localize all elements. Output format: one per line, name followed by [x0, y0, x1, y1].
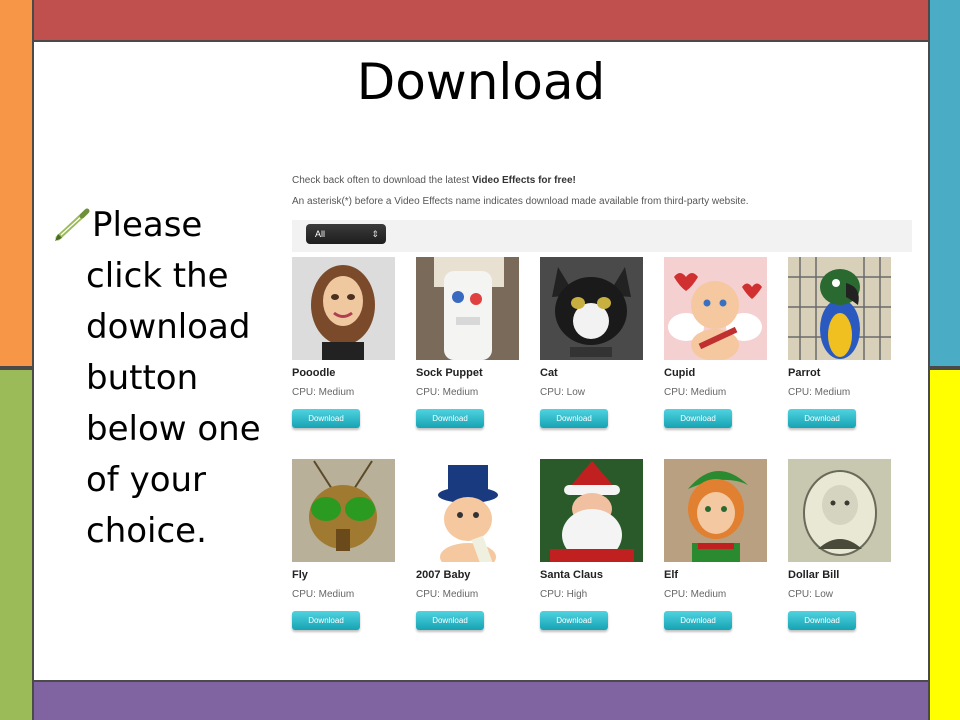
- effect-thumbnail[interactable]: [664, 459, 767, 562]
- effect-cpu: CPU: Medium: [292, 387, 355, 398]
- effect-thumbnail[interactable]: [540, 459, 643, 562]
- download-button[interactable]: Download: [416, 409, 484, 428]
- effect-card-cupid: Cupid CPU: Medium Download: [664, 257, 774, 447]
- effect-thumbnail[interactable]: [788, 459, 891, 562]
- effect-card-sock-puppet: Sock Puppet CPU: Medium Download: [416, 257, 526, 447]
- bullet-first-word: Please: [92, 205, 203, 245]
- effect-card-2007-baby: 2007 Baby CPU: Medium Download: [416, 459, 526, 649]
- fly-avatar-icon: [292, 459, 395, 562]
- video-effects-screenshot: Check back often to download the latest …: [282, 165, 918, 645]
- cat-avatar-icon: [540, 257, 643, 360]
- effect-cpu: CPU: Medium: [664, 387, 727, 398]
- effect-thumbnail[interactable]: [416, 257, 519, 360]
- effect-card-pooodle: Pooodle CPU: Medium Download: [292, 257, 402, 447]
- bottom-accent-bar: [32, 680, 930, 720]
- effect-card-parrot: Parrot CPU: Medium Download: [788, 257, 898, 447]
- category-filter-select[interactable]: All ⇕: [306, 224, 386, 244]
- effect-cpu: CPU: Low: [540, 387, 586, 398]
- download-button[interactable]: Download: [788, 409, 856, 428]
- effect-cpu: CPU: Medium: [416, 589, 479, 600]
- left-top-accent-bar: [0, 0, 34, 368]
- cupid-avatar-icon: [664, 257, 767, 360]
- effect-cpu: CPU: Medium: [788, 387, 851, 398]
- effect-thumbnail[interactable]: [540, 257, 643, 360]
- effect-name: Cupid: [664, 367, 696, 379]
- effect-name: Elf: [664, 569, 679, 581]
- elf-avatar-icon: [664, 459, 767, 562]
- effect-name: Dollar Bill: [788, 569, 840, 581]
- santa-avatar-icon: [540, 459, 643, 562]
- effect-card-santa-claus: Santa Claus CPU: High Download: [540, 459, 650, 649]
- slide-title: Download: [356, 53, 606, 111]
- filter-value: All: [315, 229, 326, 239]
- right-bottom-accent-bar: [928, 368, 960, 720]
- effect-thumbnail[interactable]: [416, 459, 519, 562]
- download-button[interactable]: Download: [788, 611, 856, 630]
- effect-card-elf: Elf CPU: Medium Download: [664, 459, 774, 649]
- download-button[interactable]: Download: [664, 611, 732, 630]
- third-party-note: An asterisk(*) before a Video Effects na…: [292, 196, 749, 207]
- pencil-icon: [55, 208, 90, 241]
- download-button[interactable]: Download: [292, 409, 360, 428]
- left-bottom-accent-bar: [0, 368, 34, 720]
- effect-name: Sock Puppet: [416, 367, 483, 379]
- pooodle-avatar-icon: [292, 257, 395, 360]
- effect-name: Fly: [292, 569, 308, 581]
- effect-cpu: CPU: Medium: [664, 589, 727, 600]
- intro-text: Check back often to download the latest …: [292, 175, 576, 186]
- parrot-avatar-icon: [788, 257, 891, 360]
- effect-thumbnail[interactable]: [664, 257, 767, 360]
- effect-name: Cat: [540, 367, 558, 379]
- chevron-updown-icon: ⇕: [371, 229, 379, 239]
- effect-thumbnail[interactable]: [292, 257, 395, 360]
- intro-highlight: Video Effects for free!: [472, 175, 576, 186]
- download-button[interactable]: Download: [540, 409, 608, 428]
- baby-avatar-icon: [416, 459, 519, 562]
- filter-bar: All ⇕: [292, 220, 912, 252]
- instruction-bullet: Please click the download button below o…: [52, 200, 267, 557]
- effect-cpu: CPU: Medium: [292, 589, 355, 600]
- effect-cpu: CPU: Medium: [416, 387, 479, 398]
- download-button[interactable]: Download: [540, 611, 608, 630]
- download-button[interactable]: Download: [292, 611, 360, 630]
- effect-name: Parrot: [788, 367, 821, 379]
- effect-name: Pooodle: [292, 367, 336, 379]
- top-accent-bar: [32, 0, 930, 42]
- sock-puppet-avatar-icon: [416, 257, 519, 360]
- effect-card-dollar-bill: Dollar Bill CPU: Low Download: [788, 459, 898, 649]
- bullet-text: click the download button below one of y…: [86, 256, 261, 551]
- right-top-accent-bar: [928, 0, 960, 368]
- effect-card-fly: Fly CPU: Medium Download: [292, 459, 402, 649]
- effect-name: Santa Claus: [540, 569, 603, 581]
- effect-cpu: CPU: High: [540, 589, 588, 600]
- effect-thumbnail[interactable]: [788, 257, 891, 360]
- effect-card-cat: Cat CPU: Low Download: [540, 257, 650, 447]
- download-button[interactable]: Download: [416, 611, 484, 630]
- effect-cpu: CPU: Low: [788, 589, 834, 600]
- effect-thumbnail[interactable]: [292, 459, 395, 562]
- download-button[interactable]: Download: [664, 409, 732, 428]
- dollar-bill-avatar-icon: [788, 459, 891, 562]
- effect-name: 2007 Baby: [416, 569, 471, 581]
